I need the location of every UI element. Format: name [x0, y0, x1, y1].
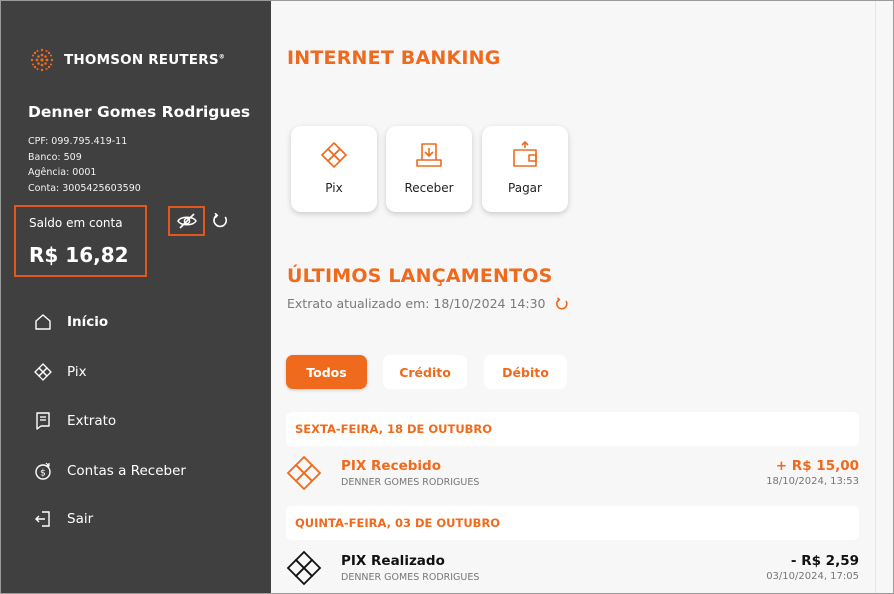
filter-credito-button[interactable]: Crédito — [383, 355, 467, 389]
sidebar-item-label: Contas a Receber — [67, 463, 186, 479]
eye-off-icon — [176, 213, 197, 229]
transaction-title: PIX Realizado — [341, 553, 445, 569]
quick-action-label: Pagar — [508, 181, 542, 195]
toggle-balance-visibility-button[interactable] — [168, 206, 205, 236]
wallet-icon — [513, 141, 537, 167]
balance-value: R$ 16,82 — [29, 243, 129, 267]
quick-action-receber[interactable]: Receber — [386, 126, 472, 212]
pix-icon — [286, 550, 322, 586]
user-name: Denner Gomes Rodrigues — [28, 103, 251, 121]
transaction-subtitle: DENNER GOMES RODRIGUES — [341, 572, 480, 583]
sidebar-item-label: Início — [67, 314, 109, 330]
scrollbar[interactable] — [875, 1, 893, 593]
sidebar-item-extrato[interactable]: Extrato — [31, 409, 116, 433]
filter-todos-button[interactable]: Todos — [286, 355, 367, 389]
sidebar-item-label: Extrato — [67, 413, 117, 429]
pix-icon — [286, 455, 322, 491]
transaction-subtitle: DENNER GOMES RODRIGUES — [341, 477, 480, 488]
money-receive-icon: $ — [31, 459, 55, 483]
home-icon — [31, 310, 55, 334]
day-header: QUINTA-FEIRA, 03 DE OUTUBRO — [286, 506, 859, 540]
agency-text: Agência: 0001 — [28, 167, 97, 178]
transaction-amount: + R$ 15,00 — [775, 458, 859, 474]
transaction-row[interactable]: PIX Realizado DENNER GOMES RODRIGUES - R… — [286, 547, 859, 591]
statement-updated: Extrato atualizado em: 18/10/2024 14:30 — [287, 296, 569, 311]
filter-debito-button[interactable]: Débito — [484, 355, 567, 389]
balance-card: Saldo em conta R$ 16,82 — [14, 205, 147, 277]
refresh-balance-button[interactable] — [209, 209, 231, 231]
page-title: INTERNET BANKING — [287, 47, 501, 69]
sidebar-item-label: Pix — [67, 364, 87, 380]
logout-icon — [31, 507, 55, 531]
refresh-icon — [212, 212, 227, 227]
cpf-text: CPF: 099.795.419-11 — [28, 136, 128, 147]
account-number-text: Conta: 3005425603590 — [28, 182, 141, 194]
transaction-title: PIX Recebido — [341, 458, 441, 474]
sidebar-item-sair[interactable]: Sair — [31, 507, 93, 531]
sidebar-item-inicio[interactable]: Início — [31, 310, 108, 334]
quick-action-label: Pix — [325, 181, 343, 195]
section-title: ÚLTIMOS LANÇAMENTOS — [287, 265, 553, 287]
sidebar-item-contas-a-receber[interactable]: $ Contas a Receber — [31, 459, 186, 483]
refresh-icon[interactable] — [555, 296, 569, 311]
sidebar-item-label: Sair — [67, 511, 94, 527]
sidebar-item-pix[interactable]: Pix — [31, 360, 87, 384]
quick-action-pix[interactable]: Pix — [291, 126, 377, 212]
pix-icon — [31, 360, 55, 384]
transaction-datetime: 03/10/2024, 17:05 — [766, 571, 859, 582]
day-header: SEXTA-FEIRA, 18 DE OUTUBRO — [286, 412, 859, 446]
receive-icon — [416, 143, 442, 167]
sidebar: THOMSON REUTERS® Denner Gomes Rodrigues … — [1, 1, 271, 593]
thomson-reuters-logo-icon — [30, 48, 54, 72]
main-content: INTERNET BANKING Pix Receber Pagar ÚLTIM… — [271, 1, 875, 593]
svg-text:$: $ — [40, 469, 46, 479]
receipt-icon — [31, 409, 55, 433]
bank-text: Banco: 509 — [28, 151, 82, 163]
app-window: THOMSON REUTERS® Denner Gomes Rodrigues … — [0, 0, 894, 594]
pix-icon — [320, 141, 348, 169]
quick-action-label: Receber — [404, 181, 454, 195]
account-info: CPF: 099.795.419-11 Banco: 509 Agência: … — [28, 134, 141, 196]
brand-logo: THOMSON REUTERS® — [28, 46, 225, 74]
transaction-row[interactable]: PIX Recebido DENNER GOMES RODRIGUES + R$… — [286, 452, 859, 496]
updated-text: Extrato atualizado em: 18/10/2024 14:30 — [287, 296, 546, 311]
transaction-datetime: 18/10/2024, 13:53 — [766, 476, 859, 487]
brand-name: THOMSON REUTERS® — [64, 52, 225, 68]
transaction-amount: - R$ 2,59 — [790, 553, 859, 569]
balance-label: Saldo em conta — [29, 216, 123, 230]
quick-action-pagar[interactable]: Pagar — [482, 126, 568, 212]
